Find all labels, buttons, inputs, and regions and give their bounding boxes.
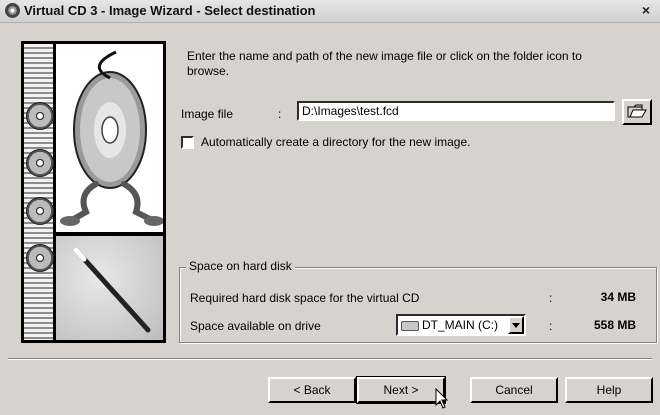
available-space-value: 558 MB: [593, 318, 636, 332]
available-space-colon: :: [549, 319, 553, 333]
wizard-window: Virtual CD 3 - Image Wizard - Select des…: [0, 0, 660, 415]
required-space-label: Required hard disk space for the virtual…: [190, 291, 420, 305]
available-space-label: Space available on drive: [190, 319, 321, 333]
disc-icon: [26, 197, 54, 225]
image-file-colon: :: [278, 107, 282, 121]
chevron-down-icon[interactable]: [508, 316, 524, 334]
cancel-button[interactable]: Cancel: [470, 377, 558, 403]
cd-app-icon: [5, 3, 20, 18]
auto-create-directory-label: Automatically create a directory for the…: [201, 135, 471, 149]
disc-icon: [26, 244, 54, 272]
close-button[interactable]: ×: [638, 2, 654, 18]
button-separator: [8, 358, 652, 360]
help-button[interactable]: Help: [565, 377, 653, 403]
wizard-illustration: [21, 41, 166, 343]
hard-drive-icon: [401, 321, 419, 331]
drive-select[interactable]: DT_MAIN (C:): [396, 314, 526, 336]
image-file-input[interactable]: [297, 101, 615, 121]
next-button[interactable]: Next >: [356, 376, 446, 404]
disc-icon: [26, 149, 54, 177]
window-title: Virtual CD 3 - Image Wizard - Select des…: [24, 3, 316, 18]
browse-folder-button[interactable]: [622, 99, 652, 125]
drive-select-value: DT_MAIN (C:): [422, 318, 498, 332]
instruction-text: Enter the name and path of the new image…: [187, 49, 582, 78]
open-folder-icon: [627, 103, 647, 122]
cd-character-illustration: [56, 44, 164, 232]
image-file-label: Image file: [181, 107, 234, 121]
title-bar: Virtual CD 3 - Image Wizard - Select des…: [0, 0, 660, 23]
auto-create-directory-checkbox[interactable]: [181, 136, 194, 149]
disc-strip: [24, 44, 54, 340]
required-space-colon: :: [549, 291, 553, 305]
disc-icon: [26, 102, 54, 130]
disk-space-group-title: Space on hard disk: [186, 259, 295, 273]
back-button[interactable]: < Back: [268, 377, 356, 403]
mouse-pointer-icon: [435, 387, 449, 413]
magic-wand-illustration: [56, 236, 163, 340]
required-space-value: 34 MB: [600, 290, 636, 304]
